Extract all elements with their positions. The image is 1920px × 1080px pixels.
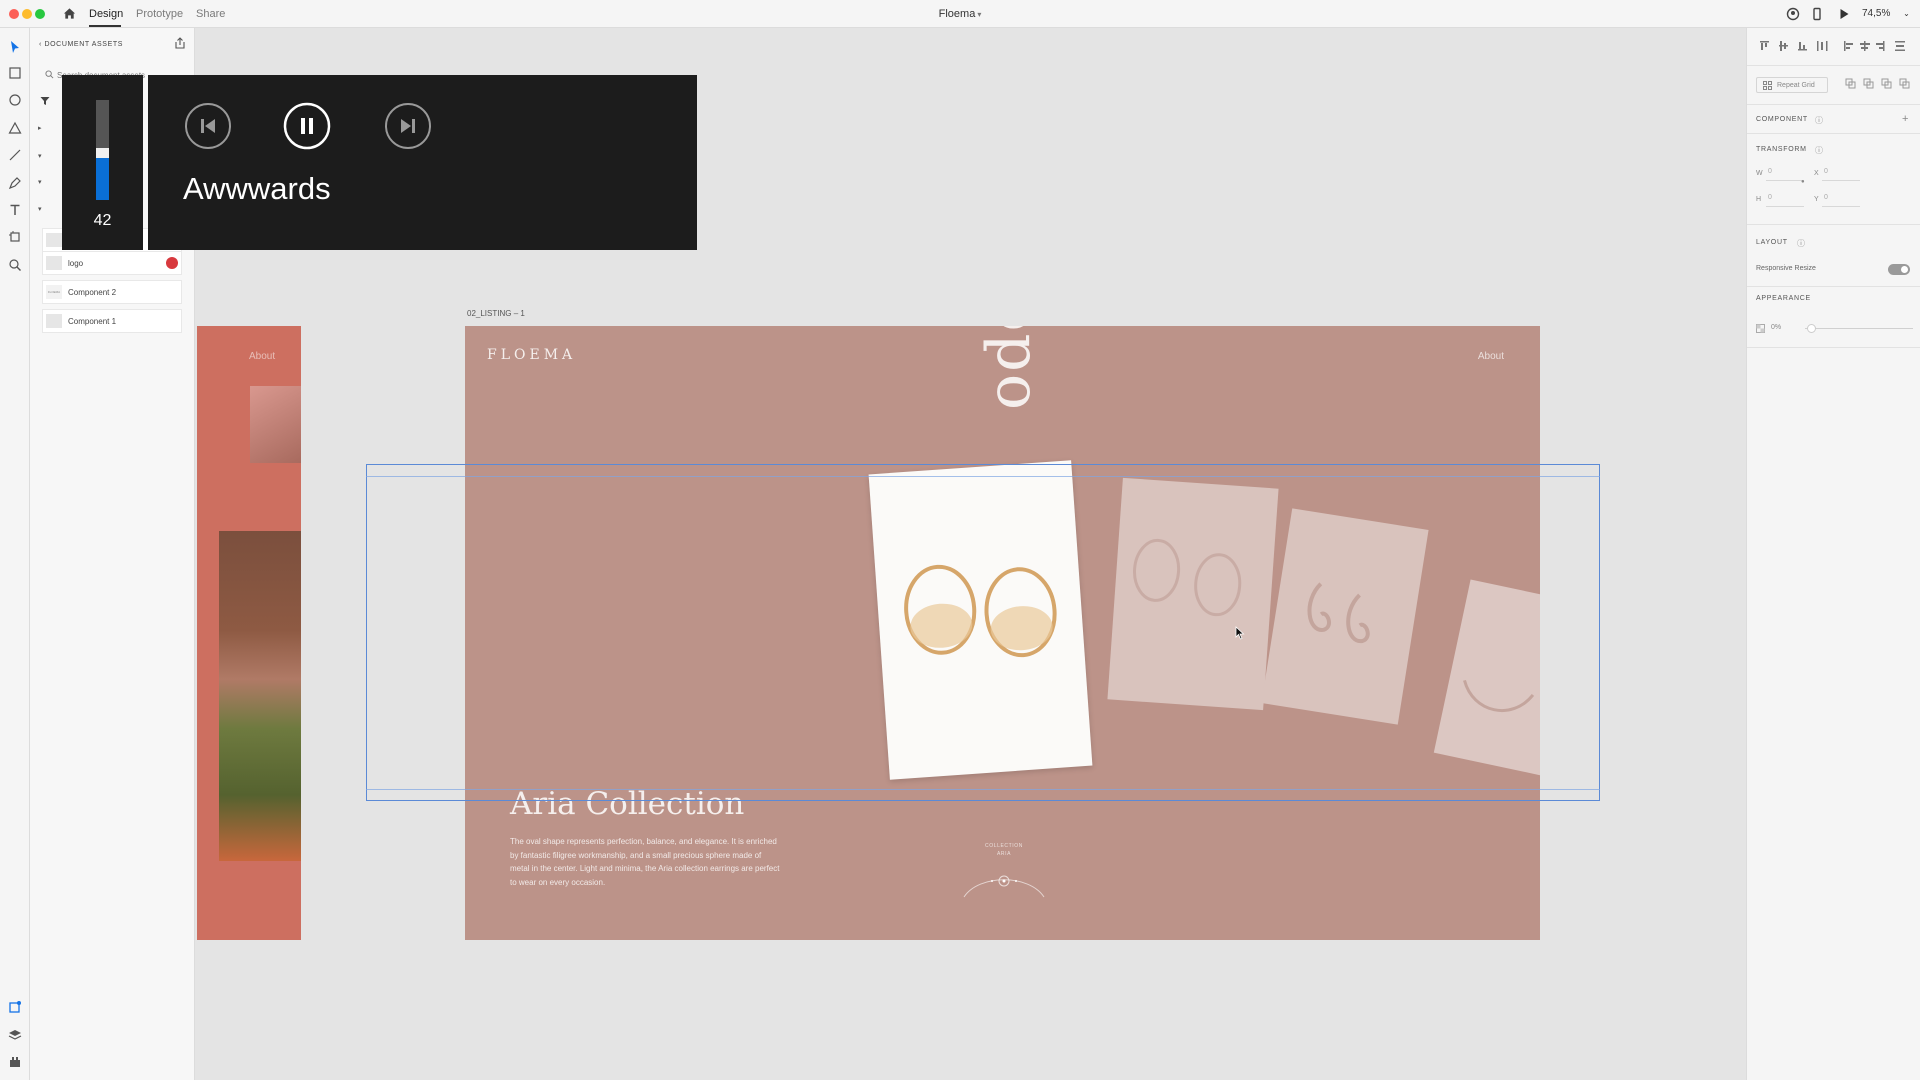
mouse-cursor-icon bbox=[1235, 626, 1245, 640]
y-field[interactable]: 0 bbox=[1824, 194, 1828, 201]
zoom-value: 74,5% bbox=[1862, 8, 1891, 19]
zoom-tool-icon[interactable] bbox=[8, 258, 22, 272]
height-label: H bbox=[1756, 196, 1762, 203]
left-artboard[interactable]: About bbox=[197, 326, 301, 940]
opacity-field[interactable]: 0% bbox=[1771, 324, 1781, 331]
rectangle-tool-icon[interactable] bbox=[8, 66, 22, 80]
filter-icon[interactable] bbox=[40, 96, 50, 106]
artboard-tool-icon[interactable] bbox=[8, 230, 22, 244]
carousel-indicator-icon[interactable] bbox=[959, 869, 1049, 899]
select-tool-icon[interactable] bbox=[8, 40, 22, 54]
nav-about-link[interactable]: About bbox=[249, 351, 275, 362]
volume-value: 42 bbox=[93, 212, 112, 229]
layout-section-label: LAYOUT bbox=[1756, 239, 1788, 246]
opacity-slider[interactable] bbox=[1805, 328, 1913, 329]
width-field[interactable]: 0 bbox=[1768, 168, 1772, 175]
assets-icon[interactable] bbox=[8, 1000, 22, 1014]
track-title: Awwwards bbox=[183, 171, 331, 206]
layers-icon[interactable] bbox=[8, 1028, 22, 1042]
appearance-section-label: APPEARANCE bbox=[1756, 295, 1811, 302]
plugins-icon[interactable] bbox=[8, 1055, 22, 1069]
transform-section-label: TRANSFORM bbox=[1756, 146, 1807, 153]
section-toggle-chevron-icon[interactable]: ▾ bbox=[38, 205, 42, 213]
line-tool-icon[interactable] bbox=[8, 148, 22, 162]
height-field[interactable]: 0 bbox=[1768, 194, 1772, 201]
component-thumbnail: FLOEMA bbox=[46, 285, 62, 299]
vertical-title: ode bbox=[974, 326, 1044, 410]
document-title-text: Floema bbox=[938, 8, 976, 20]
device-preview-icon[interactable] bbox=[1810, 7, 1824, 21]
volume-thumb[interactable] bbox=[96, 148, 109, 158]
property-inspector: Repeat Grid COMPONENT ⓘ + TRANSFORM ⓘ W … bbox=[1746, 28, 1920, 1080]
list-item[interactable]: FLOEMA Component 2 bbox=[42, 280, 182, 304]
boolean-ops-icons-icon[interactable] bbox=[1845, 78, 1911, 90]
search-icon bbox=[45, 70, 54, 79]
chevron-down-icon: ⌄ bbox=[1903, 9, 1910, 18]
assets-header: ‹ DOCUMENT ASSETS bbox=[39, 41, 123, 48]
component-name: logo bbox=[68, 259, 84, 268]
user-icon[interactable] bbox=[1786, 7, 1800, 21]
media-controls-overlay: Awwwards bbox=[148, 75, 697, 250]
section-toggle-chevron-icon[interactable]: ▾ bbox=[38, 178, 42, 186]
volume-fill bbox=[96, 158, 109, 200]
info-icon[interactable]: ⓘ bbox=[1815, 145, 1823, 156]
info-icon[interactable]: ⓘ bbox=[1797, 238, 1805, 249]
repeat-grid-button[interactable]: Repeat Grid bbox=[1756, 77, 1828, 93]
share-icon[interactable] bbox=[174, 37, 186, 49]
add-component-icon[interactable]: + bbox=[1902, 113, 1908, 125]
repeat-grid-label: Repeat Grid bbox=[1777, 82, 1815, 89]
info-icon[interactable]: ⓘ bbox=[1815, 115, 1823, 126]
list-item[interactable]: logo bbox=[42, 251, 182, 275]
volume-slider[interactable] bbox=[96, 100, 109, 200]
chevron-down-icon: ▾ bbox=[977, 10, 982, 19]
width-label: W bbox=[1756, 170, 1763, 177]
y-label: Y bbox=[1814, 196, 1819, 203]
opacity-icon bbox=[1756, 324, 1765, 333]
align-icons-row-icon[interactable] bbox=[1759, 40, 1909, 52]
title-bar: Design Prototype Share Floema ▾ 74,5% ⌄ bbox=[0, 0, 1920, 28]
repeat-grid-icon bbox=[1763, 81, 1772, 90]
list-item[interactable]: Component 1 bbox=[42, 309, 182, 333]
floema-logo: FLOEMA bbox=[487, 347, 577, 363]
component-badge-icon bbox=[166, 257, 178, 269]
artboard-image bbox=[219, 531, 301, 861]
component-name: Component 2 bbox=[68, 288, 117, 297]
selection-box[interactable] bbox=[366, 464, 1600, 801]
back-chevron-icon[interactable]: ‹ bbox=[39, 41, 42, 48]
responsive-resize-toggle[interactable] bbox=[1888, 264, 1910, 275]
text-tool-icon[interactable] bbox=[8, 203, 22, 217]
polygon-tool-icon[interactable] bbox=[8, 121, 22, 135]
collection-caption: COLLECTION ARIA bbox=[985, 843, 1023, 857]
artboard-image bbox=[250, 386, 301, 463]
section-toggle-chevron-icon[interactable]: ▸ bbox=[38, 124, 42, 132]
next-track-icon[interactable] bbox=[384, 102, 432, 150]
artboard-label[interactable]: 02_LISTING – 1 bbox=[467, 309, 525, 318]
previous-track-icon[interactable] bbox=[184, 102, 232, 150]
section-toggle-chevron-icon[interactable]: ▾ bbox=[38, 152, 42, 160]
document-title[interactable]: Floema ▾ bbox=[0, 8, 1920, 20]
guide-line bbox=[366, 789, 1600, 790]
assets-header-label: DOCUMENT ASSETS bbox=[44, 41, 123, 48]
lock-aspect-icon[interactable]: ● bbox=[1801, 179, 1805, 185]
active-tab-indicator bbox=[89, 25, 121, 27]
zoom-level[interactable]: 74,5% ⌄ bbox=[1862, 8, 1910, 19]
component-thumbnail bbox=[46, 233, 62, 247]
component-section-label: COMPONENT bbox=[1756, 116, 1808, 123]
x-label: X bbox=[1814, 170, 1819, 177]
component-thumbnail bbox=[46, 314, 62, 328]
pause-icon[interactable] bbox=[283, 102, 331, 150]
volume-overlay: 42 bbox=[62, 75, 143, 250]
play-icon[interactable] bbox=[1837, 7, 1851, 21]
component-name: Component 1 bbox=[68, 317, 117, 326]
nav-about-link[interactable]: About bbox=[1478, 351, 1504, 362]
tools-toolbar bbox=[0, 28, 30, 1080]
opacity-slider-knob[interactable] bbox=[1807, 324, 1816, 333]
guide-line bbox=[366, 476, 1600, 477]
collection-description: The oval shape represents perfection, ba… bbox=[510, 837, 780, 887]
ellipse-tool-icon[interactable] bbox=[8, 93, 22, 107]
component-thumbnail bbox=[46, 256, 62, 270]
pen-tool-icon[interactable] bbox=[8, 176, 22, 190]
responsive-resize-label: Responsive Resize bbox=[1756, 265, 1816, 272]
x-field[interactable]: 0 bbox=[1824, 168, 1828, 175]
